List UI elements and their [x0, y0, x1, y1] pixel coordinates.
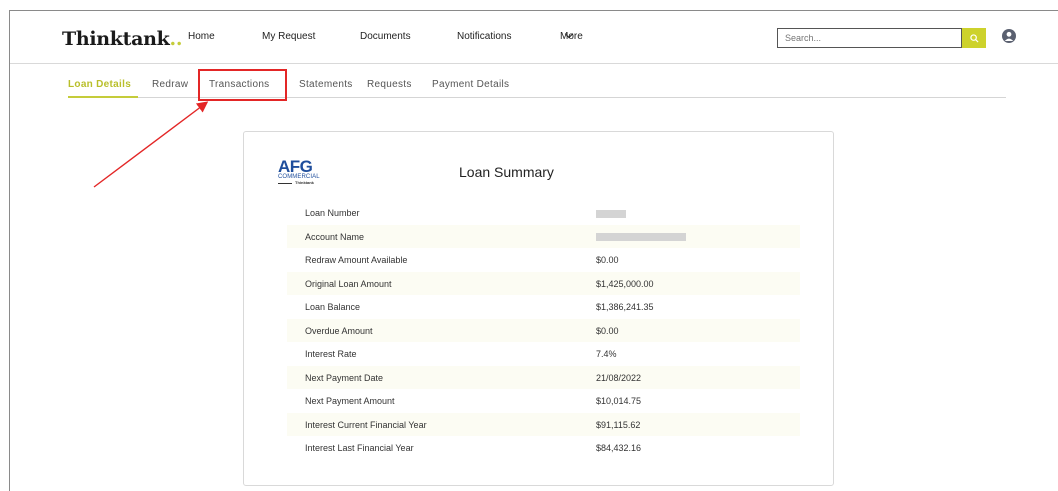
user-avatar-icon[interactable] — [1002, 29, 1016, 43]
nav-notifications[interactable]: Notifications — [457, 31, 511, 42]
summary-row: Loan Balance $1,386,241.35 — [305, 302, 654, 312]
tab-loan-details[interactable]: Loan Details — [68, 79, 131, 90]
summary-row-loan-number: Loan Number — [287, 201, 800, 225]
summary-row: Interest Current Financial Year $91,115.… — [287, 412, 800, 436]
loan-summary-table: Loan Number Account Name Redraw Amount A… — [287, 201, 800, 460]
card-title: Loan Summary — [459, 164, 554, 180]
nav-more[interactable]: More — [560, 29, 583, 42]
summary-row: Next Payment Date 21/08/2022 — [287, 365, 800, 389]
afg-commercial-logo: AFG COMMERCIAL Thinktank — [278, 157, 320, 185]
search-icon — [969, 33, 979, 43]
summary-row: Redraw Amount Available $0.00 — [305, 255, 619, 265]
app-frame: Thinktank.. Home My Request Documents No… — [9, 10, 1058, 491]
redacted-value — [596, 232, 686, 242]
search-button[interactable] — [962, 28, 986, 48]
summary-row: Interest Rate 7.4% — [305, 349, 617, 359]
summary-row: Next Payment Amount $10,014.75 — [305, 396, 642, 406]
tab-requests[interactable]: Requests — [367, 79, 412, 90]
tab-statements[interactable]: Statements — [299, 79, 353, 90]
search-box — [777, 28, 986, 48]
nav-home[interactable]: Home — [188, 31, 215, 42]
summary-row: Original Loan Amount $1,425,000.00 — [287, 271, 800, 295]
thinktank-logo[interactable]: Thinktank.. — [62, 28, 182, 50]
nav-my-request[interactable]: My Request — [262, 31, 315, 42]
search-input[interactable] — [777, 28, 962, 48]
annotation-highlight-box — [198, 69, 287, 101]
loan-summary-card: AFG COMMERCIAL Thinktank Loan Summary Lo… — [243, 131, 834, 486]
redacted-value — [596, 208, 626, 218]
tab-payment-details[interactable]: Payment Details — [432, 79, 509, 90]
tab-redraw[interactable]: Redraw — [152, 79, 188, 90]
summary-row: Overdue Amount $0.00 — [287, 318, 800, 342]
nav-documents[interactable]: Documents — [360, 31, 411, 42]
top-header: Thinktank.. Home My Request Documents No… — [10, 11, 1058, 64]
summary-row-account-name: Account Name — [287, 224, 800, 248]
summary-row: Interest Last Financial Year $84,432.16 — [305, 443, 642, 453]
active-tab-indicator — [68, 96, 138, 98]
